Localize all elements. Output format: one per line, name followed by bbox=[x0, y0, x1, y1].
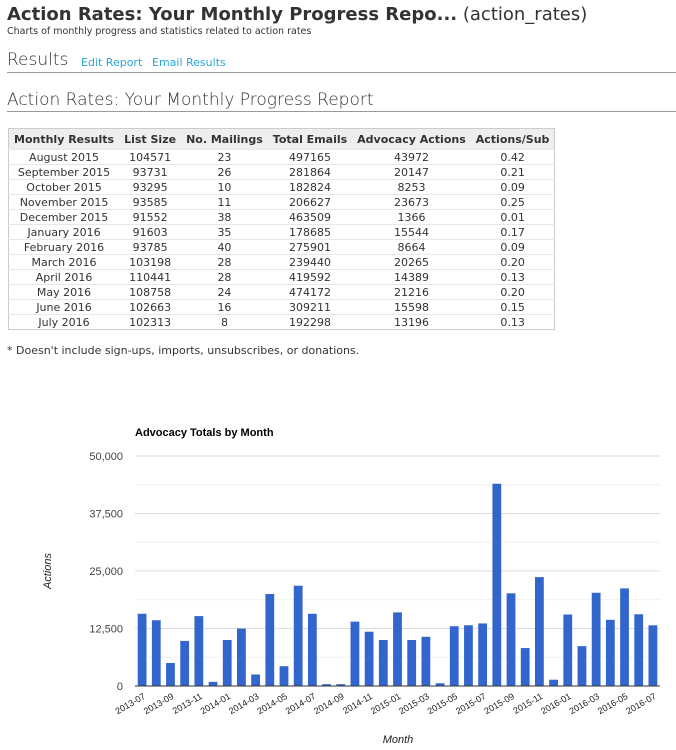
bar bbox=[478, 623, 488, 686]
chart-title: Advocacy Totals by Month bbox=[135, 427, 274, 439]
bar bbox=[364, 631, 374, 686]
bar bbox=[464, 625, 473, 686]
x-tick-label: 2014-03 bbox=[227, 691, 261, 716]
x-tick-label: 2015-05 bbox=[426, 691, 460, 716]
x-tick-label: 2015-03 bbox=[397, 691, 431, 716]
x-tick-label: 2015-09 bbox=[482, 691, 516, 716]
x-tick-label: 2016-01 bbox=[539, 691, 573, 716]
bar bbox=[194, 616, 204, 686]
bar bbox=[549, 679, 558, 686]
y-axis-label: Actions bbox=[42, 552, 54, 590]
bar bbox=[166, 663, 175, 686]
x-tick-label: 2016-07 bbox=[624, 691, 658, 716]
bar bbox=[620, 588, 629, 686]
bar bbox=[251, 674, 261, 686]
bar bbox=[407, 640, 417, 686]
y-tick-label: 37,500 bbox=[89, 509, 123, 521]
bar bbox=[563, 614, 573, 686]
bar bbox=[393, 612, 402, 686]
bar bbox=[520, 648, 530, 686]
bar bbox=[534, 577, 544, 686]
bar bbox=[577, 646, 587, 686]
x-axis-label: Month bbox=[383, 734, 414, 746]
bar bbox=[222, 640, 232, 686]
bar bbox=[265, 594, 275, 686]
bar bbox=[151, 620, 161, 686]
x-tick-label: 2014-09 bbox=[312, 691, 346, 716]
x-tick-label: 2013-11 bbox=[171, 691, 204, 716]
bar bbox=[180, 640, 190, 686]
x-tick-label: 2014-01 bbox=[199, 691, 233, 716]
advocacy-chart: 012,50025,00037,50050,0002013-072013-092… bbox=[42, 427, 660, 746]
x-tick-label: 2015-01 bbox=[369, 691, 403, 716]
bar bbox=[378, 640, 388, 686]
bar bbox=[634, 614, 644, 686]
bar bbox=[237, 628, 246, 686]
x-tick-label: 2013-07 bbox=[113, 691, 147, 716]
x-tick-label: 2016-03 bbox=[568, 691, 602, 716]
y-tick-label: 50,000 bbox=[89, 451, 123, 463]
bar bbox=[208, 681, 218, 686]
y-tick-label: 0 bbox=[117, 681, 123, 693]
x-tick-label: 2015-07 bbox=[454, 691, 488, 716]
bar bbox=[605, 619, 615, 686]
x-tick-label: 2014-05 bbox=[255, 691, 289, 716]
y-tick-label: 25,000 bbox=[89, 566, 123, 578]
y-tick-label: 12,500 bbox=[89, 624, 123, 636]
bar bbox=[279, 666, 289, 686]
bar bbox=[449, 626, 459, 686]
bar bbox=[648, 625, 658, 686]
bar bbox=[591, 592, 601, 686]
bar bbox=[350, 621, 360, 686]
bar bbox=[307, 613, 317, 686]
bar bbox=[506, 593, 516, 686]
x-tick-label: 2014-11 bbox=[341, 691, 374, 716]
x-tick-label: 2016-05 bbox=[596, 691, 630, 716]
bar bbox=[293, 585, 303, 686]
bar bbox=[492, 483, 502, 686]
x-tick-label: 2015-11 bbox=[511, 691, 544, 716]
bar bbox=[137, 613, 147, 686]
bar bbox=[421, 636, 431, 686]
x-tick-label: 2013-09 bbox=[142, 691, 176, 716]
x-tick-label: 2014-07 bbox=[284, 691, 318, 716]
